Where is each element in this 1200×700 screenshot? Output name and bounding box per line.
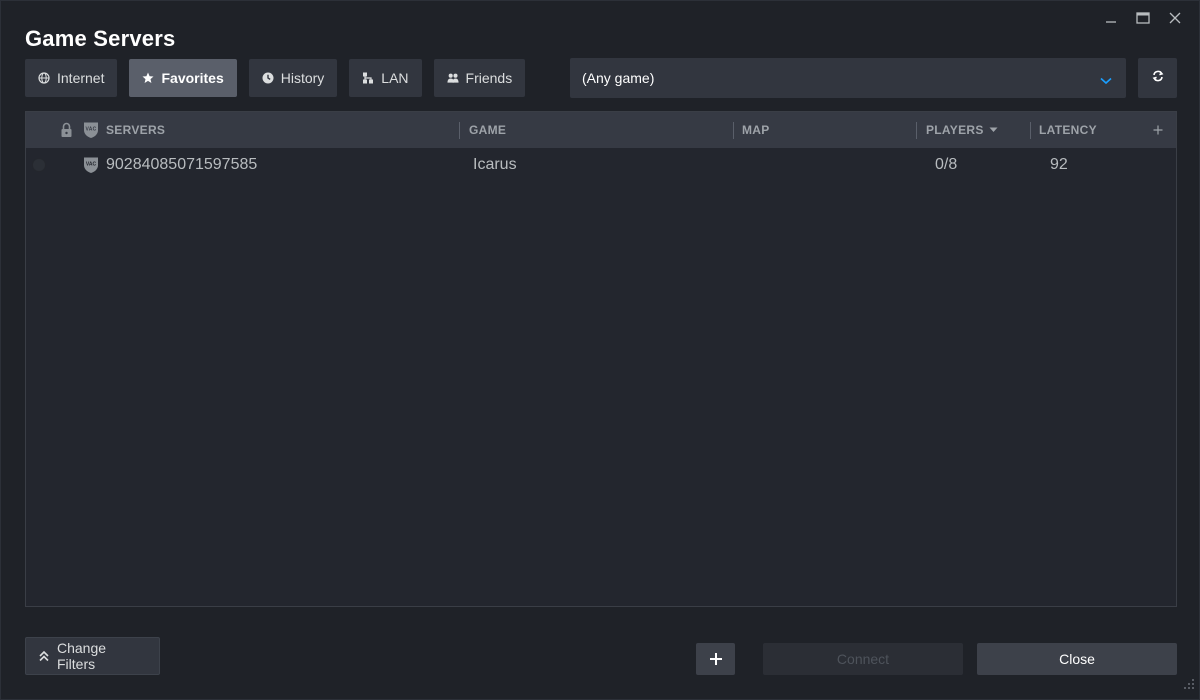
column-divider[interactable] (916, 122, 917, 139)
resize-grip-icon[interactable] (1183, 677, 1195, 695)
chevron-down-icon (1100, 72, 1112, 88)
tab-history[interactable]: History (248, 59, 338, 97)
vac-shield-icon[interactable]: VAC (83, 112, 99, 148)
column-latency[interactable]: LATENCY (1039, 112, 1097, 148)
row-status-indicator (32, 148, 46, 182)
lan-icon (362, 72, 374, 84)
minimize-icon (1105, 12, 1117, 24)
tab-friends[interactable]: Friends (433, 59, 526, 97)
maximize-icon (1136, 12, 1150, 24)
change-filters-label: Change Filters (57, 640, 107, 672)
close-button[interactable]: Close (977, 643, 1177, 675)
close-window-button[interactable] (1159, 7, 1191, 29)
column-divider[interactable] (459, 122, 460, 139)
tab-label: LAN (381, 70, 409, 86)
add-column-icon[interactable] (1153, 112, 1163, 148)
server-game: Icarus (473, 156, 517, 173)
vac-shield-icon: VAC (83, 148, 99, 182)
column-servers[interactable]: SERVERS (106, 112, 165, 148)
star-icon (142, 72, 154, 84)
column-divider[interactable] (733, 122, 734, 139)
connect-button[interactable]: Connect (763, 643, 963, 675)
tab-label: Internet (57, 70, 105, 86)
add-server-button[interactable] (696, 643, 735, 675)
change-filters-button[interactable]: Change Filters (25, 637, 160, 675)
tab-label: Favorites (161, 70, 224, 86)
chevron-double-up-icon (38, 650, 50, 662)
lock-icon[interactable] (60, 112, 73, 148)
game-servers-window: Game Servers Internet Favorites History … (0, 0, 1200, 700)
plus-icon (709, 652, 723, 666)
tab-lan[interactable]: LAN (349, 59, 422, 97)
game-filter-dropdown[interactable]: (Any game) (570, 58, 1126, 98)
window-title: Game Servers (25, 26, 176, 51)
maximize-button[interactable] (1127, 7, 1159, 29)
table-row[interactable]: VAC 90284085071597585 Icarus 0/8 92 (26, 148, 1176, 182)
minimize-button[interactable] (1095, 7, 1127, 29)
friends-icon (446, 72, 459, 84)
close-icon (1169, 12, 1181, 24)
tab-label: History (280, 70, 325, 86)
server-latency: 92 (1050, 156, 1068, 173)
globe-icon (38, 72, 50, 84)
sort-desc-icon (989, 127, 998, 133)
clock-icon (262, 72, 274, 84)
window-controls (1095, 7, 1191, 29)
refresh-button[interactable] (1138, 58, 1177, 98)
svg-text:VAC: VAC (86, 162, 97, 168)
server-tabs: Internet Favorites History LAN Friends (25, 59, 537, 97)
refresh-icon (1151, 69, 1165, 88)
server-list-header: VAC SERVERS GAME MAP PLAYERS LATENCY (26, 112, 1176, 148)
tab-favorites[interactable]: Favorites (129, 59, 237, 97)
column-players[interactable]: PLAYERS (926, 112, 998, 148)
tab-label: Friends (465, 70, 513, 86)
svg-text:VAC: VAC (85, 127, 96, 133)
game-filter-value: (Any game) (582, 70, 655, 86)
tab-internet[interactable]: Internet (25, 59, 118, 97)
column-map[interactable]: MAP (742, 112, 770, 148)
column-players-label: PLAYERS (926, 123, 984, 137)
column-divider[interactable] (1030, 122, 1031, 139)
server-players: 0/8 (935, 156, 958, 173)
column-game[interactable]: GAME (469, 112, 506, 148)
server-name: 90284085071597585 (106, 156, 258, 173)
server-list[interactable]: VAC SERVERS GAME MAP PLAYERS LATENCY VAC… (25, 111, 1177, 607)
